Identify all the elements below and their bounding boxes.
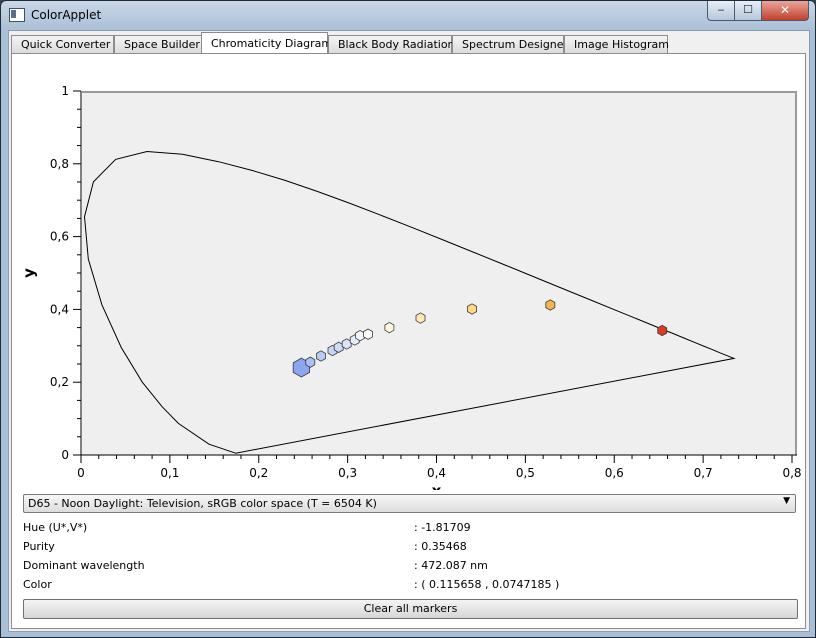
x-tick-label: 0,2 — [249, 466, 268, 480]
info-row-color: Color : ( 0.115658 , 0.0747185 ) — [23, 578, 796, 594]
maximize-icon: ☐ — [743, 3, 753, 16]
y-tick-label: 0,8 — [50, 157, 69, 171]
window-title: ColorApplet — [31, 8, 102, 22]
y-tick-label: 0 — [61, 448, 69, 462]
info-label: Hue (U*,V*) — [23, 521, 88, 534]
tab-image-histogram[interactable]: Image Histogram — [564, 35, 669, 53]
color-marker[interactable] — [305, 356, 316, 368]
x-tick-label: 0,6 — [605, 466, 624, 480]
x-tick-label: 0 — [77, 466, 85, 480]
clear-all-markers-button[interactable]: Clear all markers — [23, 599, 798, 619]
y-tick-label: 0,6 — [50, 230, 69, 244]
tab-space-builder[interactable]: Space Builder — [114, 35, 202, 53]
tab-spectrum-designer[interactable]: Spectrum Designer — [452, 35, 568, 53]
x-tick-label: 0,5 — [516, 466, 535, 480]
app-icon — [9, 8, 25, 22]
minimize-button[interactable]: ‒ — [707, 1, 735, 21]
close-icon: ✕ — [779, 3, 791, 17]
x-tick-label: 0,8 — [782, 466, 801, 480]
info-label: Color — [23, 578, 52, 591]
color-marker[interactable] — [384, 321, 395, 334]
color-marker[interactable] — [657, 324, 668, 337]
color-marker[interactable] — [363, 328, 374, 340]
info-value: : 0.35468 — [414, 540, 467, 553]
color-marker[interactable] — [415, 312, 426, 324]
minimize-icon: ‒ — [717, 3, 725, 16]
tab-black-body-radiation[interactable]: Black Body Radiation — [328, 35, 455, 53]
chromaticity-panel: 0 0,1 0,2 0,3 0,4 0,5 0,6 0,7 0,8 0 0,2 0,4 0,6 0,8 1 … — [11, 53, 806, 629]
y-tick-label: 0,2 — [50, 375, 69, 389]
tab-quick-converter[interactable]: Quick Converter — [11, 35, 114, 53]
color-marker[interactable] — [545, 299, 556, 311]
maximize-button[interactable]: ☐ — [734, 1, 762, 21]
illuminant-select[interactable]: D65 - Noon Daylight: Television, sRGB co… — [23, 494, 796, 513]
x-tick-label: 0,7 — [694, 466, 713, 480]
info-label: Dominant wavelength — [23, 559, 145, 572]
x-tick-label: 0,1 — [160, 466, 179, 480]
info-label: Purity — [23, 540, 55, 553]
chromaticity-plot[interactable]: 0 0,1 0,2 0,3 0,4 0,5 0,6 0,7 0,800,20,40,60,81 … — [12, 54, 805, 490]
x-tick-label: 0,3 — [338, 466, 357, 480]
x-tick-label: 0,4 — [427, 466, 446, 480]
info-value: : ( 0.115658 , 0.0747185 ) — [414, 578, 560, 591]
illuminant-select-value: D65 - Noon Daylight: Television, sRGB co… — [28, 497, 377, 510]
tab-bar: Quick Converter Space Builder Chromatici… — [11, 32, 807, 54]
info-row-hue: Hue (U*,V*) : -1.81709 — [23, 521, 796, 537]
y-tick-label: 1 — [61, 84, 69, 98]
plot-area[interactable] — [82, 92, 797, 455]
y-axis-label: y — [20, 268, 38, 278]
color-marker[interactable] — [467, 303, 478, 315]
info-value: : 472.087 nm — [414, 559, 488, 572]
title-bar[interactable]: ColorApplet ‒ ☐ ✕ — [1, 1, 815, 29]
client-area: Quick Converter Space Builder Chromatici… — [8, 30, 810, 632]
color-marker[interactable] — [316, 350, 326, 362]
info-row-purity: Purity : 0.35468 — [23, 540, 796, 556]
x-axis-label: x — [432, 482, 442, 490]
info-row-dominant-wavelength: Dominant wavelength : 472.087 nm — [23, 559, 796, 575]
y-tick-label: 0,4 — [50, 302, 69, 316]
dropdown-arrow-icon: ▼ — [783, 496, 790, 506]
close-button[interactable]: ✕ — [761, 1, 809, 21]
tab-chromaticity-diagram[interactable]: Chromaticity Diagram — [201, 32, 332, 54]
info-value: : -1.81709 — [414, 521, 471, 534]
app-window: ColorApplet ‒ ☐ ✕ Quick Converter Space … — [0, 0, 816, 638]
